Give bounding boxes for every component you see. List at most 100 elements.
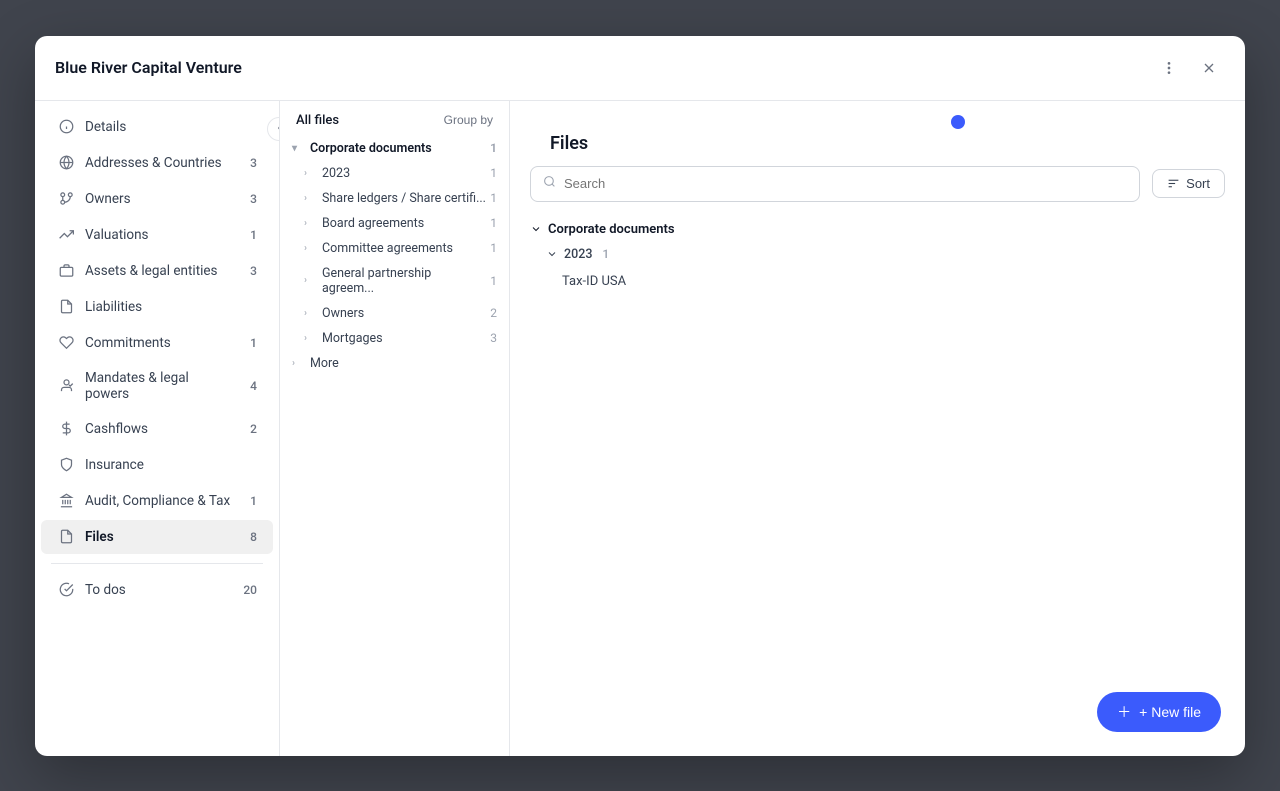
- sidebar-item-details[interactable]: Details: [41, 110, 273, 144]
- modal-container: Blue River Capital Venture ‹: [35, 36, 1245, 756]
- tree-year-label: 2023: [322, 166, 486, 181]
- tree-item-more[interactable]: › More: [280, 351, 509, 376]
- sidebar-divider: [51, 563, 263, 564]
- new-file-label: + New file: [1139, 704, 1201, 720]
- sidebar-item-files[interactable]: Files 8: [41, 520, 273, 554]
- tree-count: 1: [490, 274, 497, 288]
- sidebar-item-audit[interactable]: Audit, Compliance & Tax 1: [41, 484, 273, 518]
- search-box: [530, 166, 1140, 202]
- chevron-right-icon: ›: [304, 275, 318, 286]
- chevron-right-icon: ›: [304, 193, 318, 204]
- tree-label: Board agreements: [322, 216, 486, 231]
- files-panel: All files Group by ▾ Corporate documents…: [280, 101, 510, 756]
- search-input[interactable]: [564, 176, 1127, 191]
- modal-header: Blue River Capital Venture: [35, 36, 1245, 101]
- group-by-button[interactable]: Group by: [444, 113, 493, 127]
- tree-label: Owners: [322, 306, 486, 321]
- heart-icon: [57, 334, 75, 352]
- sidebar-item-label: To dos: [85, 582, 231, 598]
- modal-title: Blue River Capital Venture: [55, 58, 242, 77]
- tree-count: 2: [490, 306, 497, 320]
- search-icon: [543, 175, 556, 192]
- tree-count: 1: [490, 216, 497, 230]
- notification-dot: [951, 115, 965, 129]
- sidebar-item-label: Liabilities: [85, 299, 257, 315]
- sidebar-badge: 2: [241, 422, 257, 436]
- sidebar-badge: 3: [241, 192, 257, 206]
- sidebar-item-mandates[interactable]: Mandates & legal powers 4: [41, 362, 273, 410]
- sidebar-item-label: Files: [85, 529, 231, 545]
- tree-count: 3: [490, 331, 497, 345]
- tree-item-general-partnership[interactable]: › General partnership agreem... 1: [280, 261, 509, 301]
- file-year-count: 1: [602, 247, 609, 261]
- sidebar-item-liabilities[interactable]: Liabilities: [41, 290, 273, 324]
- sidebar-item-label: Cashflows: [85, 421, 231, 437]
- sidebar-item-label: Commitments: [85, 335, 231, 351]
- sidebar-item-cashflows[interactable]: Cashflows 2: [41, 412, 273, 446]
- files-section-title: Files: [530, 117, 1225, 154]
- new-file-icon: ＋: [1117, 702, 1131, 722]
- file-section-header: Corporate documents: [530, 218, 1225, 245]
- sidebar-item-label: Addresses & Countries: [85, 155, 231, 171]
- sidebar-item-label: Assets & legal entities: [85, 263, 231, 279]
- tree-item-share-ledgers[interactable]: › Share ledgers / Share certifi... 1: [280, 186, 509, 211]
- sidebar-badge: 1: [241, 494, 257, 508]
- tree-year-count: 1: [490, 166, 497, 180]
- sidebar-item-todos[interactable]: To dos 20: [41, 573, 273, 607]
- sidebar-item-label: Audit, Compliance & Tax: [85, 493, 231, 509]
- file-icon: [57, 528, 75, 546]
- sidebar-item-assets[interactable]: Assets & legal entities 3: [41, 254, 273, 288]
- sidebar-item-owners[interactable]: Owners 3: [41, 182, 273, 216]
- file-year-row[interactable]: 2023 1: [530, 245, 1225, 268]
- sidebar-badge: 1: [241, 228, 257, 242]
- tree-section-label: Corporate documents: [310, 141, 486, 156]
- sidebar-badge: 3: [241, 156, 257, 170]
- sort-button[interactable]: Sort: [1152, 169, 1225, 198]
- main-content: Files Sort: [510, 101, 1245, 756]
- sidebar: ‹ Details Addresses & Countries 3: [35, 101, 280, 756]
- sidebar-badge: 3: [241, 264, 257, 278]
- main-toolbar: Sort: [530, 166, 1225, 202]
- sidebar-item-addresses-countries[interactable]: Addresses & Countries 3: [41, 146, 273, 180]
- sort-label: Sort: [1186, 176, 1210, 191]
- tree-section-corporate[interactable]: ▾ Corporate documents 1: [280, 136, 509, 161]
- all-files-label[interactable]: All files: [296, 113, 339, 128]
- sidebar-item-valuations[interactable]: Valuations 1: [41, 218, 273, 252]
- chevron-right-icon: ›: [304, 333, 318, 344]
- sidebar-item-label: Owners: [85, 191, 231, 207]
- trending-up-icon: [57, 226, 75, 244]
- chevron-right-icon: ›: [304, 308, 318, 319]
- tree-item-committee-agreements[interactable]: › Committee agreements 1: [280, 236, 509, 261]
- sidebar-item-label: Mandates & legal powers: [85, 370, 231, 402]
- file-name: Tax-ID USA: [562, 274, 626, 289]
- tree-section-count: 1: [490, 141, 497, 155]
- sidebar-badge: 1: [241, 336, 257, 350]
- more-options-button[interactable]: [1153, 52, 1185, 84]
- sidebar-item-label: Details: [85, 119, 257, 135]
- file-item-tax-id[interactable]: Tax-ID USA: [530, 268, 1225, 295]
- tree-item-mortgages[interactable]: › Mortgages 3: [280, 326, 509, 351]
- close-button[interactable]: [1193, 52, 1225, 84]
- chevron-right-icon: ›: [292, 358, 306, 369]
- chevron-down-icon: ▾: [292, 143, 306, 154]
- tree-item-owners[interactable]: › Owners 2: [280, 301, 509, 326]
- bank-icon: [57, 492, 75, 510]
- chevron-right-icon: ›: [304, 243, 318, 254]
- files-panel-header: All files Group by: [280, 101, 509, 136]
- sidebar-badge: 8: [241, 530, 257, 544]
- modal-body: ‹ Details Addresses & Countries 3: [35, 101, 1245, 756]
- sidebar-item-commitments[interactable]: Commitments 1: [41, 326, 273, 360]
- tree-item-board-agreements[interactable]: › Board agreements 1: [280, 211, 509, 236]
- tree-count: 1: [490, 191, 497, 205]
- new-file-button[interactable]: ＋ + New file: [1097, 692, 1221, 732]
- cashflow-icon: [57, 420, 75, 438]
- header-actions: [1153, 52, 1225, 84]
- liabilities-icon: [57, 298, 75, 316]
- sidebar-item-label: Insurance: [85, 457, 257, 473]
- sidebar-item-label: Valuations: [85, 227, 231, 243]
- sidebar-item-insurance[interactable]: Insurance: [41, 448, 273, 482]
- tree-item-2023[interactable]: › 2023 1: [280, 161, 509, 186]
- globe-icon: [57, 154, 75, 172]
- sidebar-badge: 4: [241, 379, 257, 393]
- briefcase-icon: [57, 262, 75, 280]
